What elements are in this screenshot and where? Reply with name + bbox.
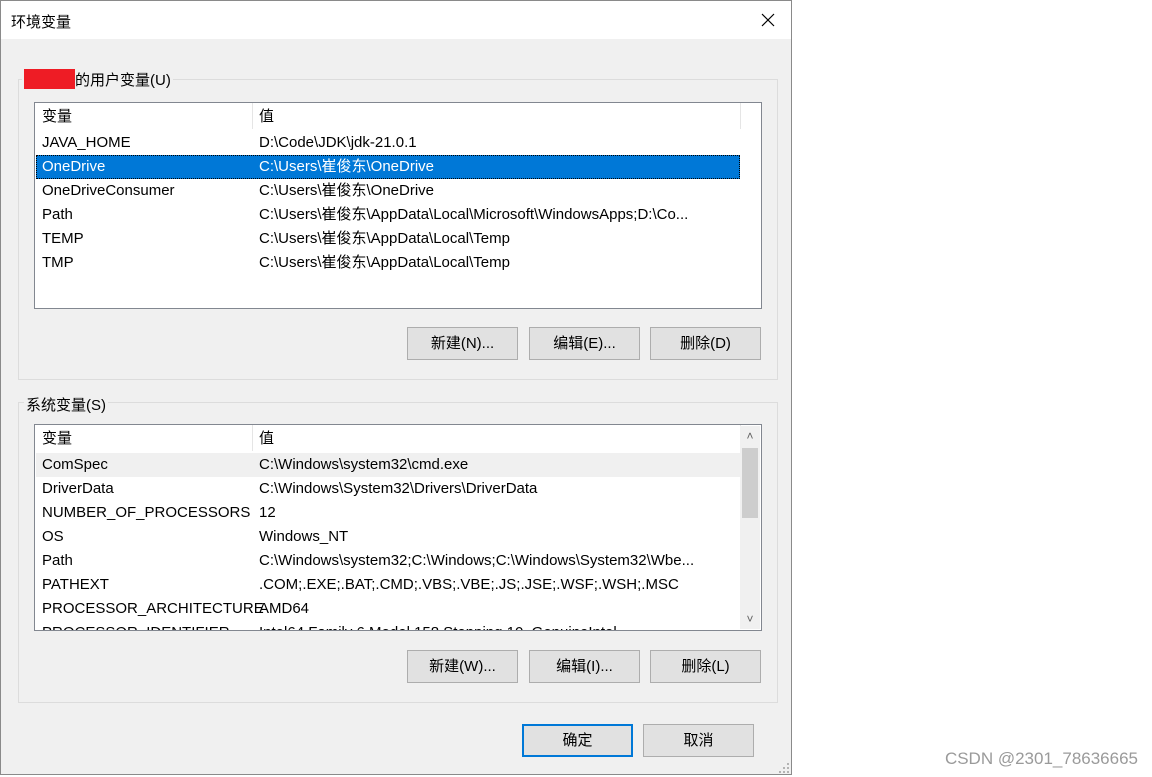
list-item[interactable]: Path C:\Windows\system32;C:\Windows;C:\Wi… [36,549,740,573]
user-edit-button[interactable]: 编辑(E)... [529,327,640,360]
environment-variables-dialog: 环境变量 的用户变量(U) 变量 值 JAVA_HOME D:\Code\JDK\… [0,0,792,775]
list-item[interactable]: OS Windows_NT [36,525,740,549]
system-delete-button[interactable]: 删除(L) [650,650,761,683]
redacted-username [24,69,75,89]
close-icon [761,13,775,27]
scroll-down-icon[interactable]: ˅ [740,609,760,629]
list-item-selected[interactable]: OneDrive C:\Users\崔俊东\OneDrive [36,155,740,179]
column-header-value[interactable]: 值 [252,103,740,129]
system-new-button[interactable]: 新建(W)... [407,650,518,683]
user-new-button[interactable]: 新建(N)... [407,327,518,360]
list-item[interactable]: JAVA_HOME D:\Code\JDK\jdk-21.0.1 [36,131,740,155]
system-variables-label: 系统变量(S) [24,394,108,415]
list-item[interactable]: TMP C:\Users\崔俊东\AppData\Local\Temp [36,251,740,275]
ok-button[interactable]: 确定 [522,724,633,757]
system-edit-button[interactable]: 编辑(I)... [529,650,640,683]
list-header: 变量 值 [35,425,761,451]
list-item[interactable]: DriverData C:\Windows\System32\Drivers\Dr… [36,477,740,501]
list-item[interactable]: OneDriveConsumer C:\Users\崔俊东\OneDrive [36,179,740,203]
list-item[interactable]: PATHEXT .COM;.EXE;.BAT;.CMD;.VBS;.VBE;.JS… [36,573,740,597]
list-item[interactable]: ComSpec C:\Windows\system32\cmd.exe [36,453,740,477]
resize-grip-icon[interactable] [777,761,791,775]
window-title: 环境变量 [11,14,72,31]
user-variables-list[interactable]: 变量 值 JAVA_HOME D:\Code\JDK\jdk-21.0.1 One… [34,102,762,309]
csdn-watermark: CSDN @2301_78636665 [944,749,1138,768]
cancel-button[interactable]: 取消 [643,724,754,757]
vertical-scrollbar[interactable]: ˄ ˅ [740,426,760,629]
system-variables-list[interactable]: 变量 值 ComSpec C:\Windows\system32\cmd.exe … [34,424,762,631]
column-header-variable[interactable]: 变量 [35,103,252,129]
list-header: 变量 值 [35,103,761,129]
scrollbar-thumb[interactable] [742,448,758,518]
column-header-value[interactable]: 值 [252,425,740,451]
scroll-up-icon[interactable]: ˄ [740,426,760,446]
list-item[interactable]: NUMBER_OF_PROCESSORS 12 [36,501,740,525]
column-header-variable[interactable]: 变量 [35,425,252,451]
close-button[interactable] [745,1,791,39]
user-variables-label: 的用户变量(U) [22,69,173,90]
title-bar: 环境变量 [1,1,791,39]
list-item[interactable]: Path C:\Users\崔俊东\AppData\Local\Microsoft… [36,203,740,227]
user-delete-button[interactable]: 删除(D) [650,327,761,360]
list-item[interactable]: TEMP C:\Users\崔俊东\AppData\Local\Temp [36,227,740,251]
list-item[interactable]: PROCESSOR_ARCHITECTURE AMD64 [36,597,740,621]
list-item[interactable]: PROCESSOR_IDENTIFIERIntel64 Family 6 Mod… [36,621,740,630]
